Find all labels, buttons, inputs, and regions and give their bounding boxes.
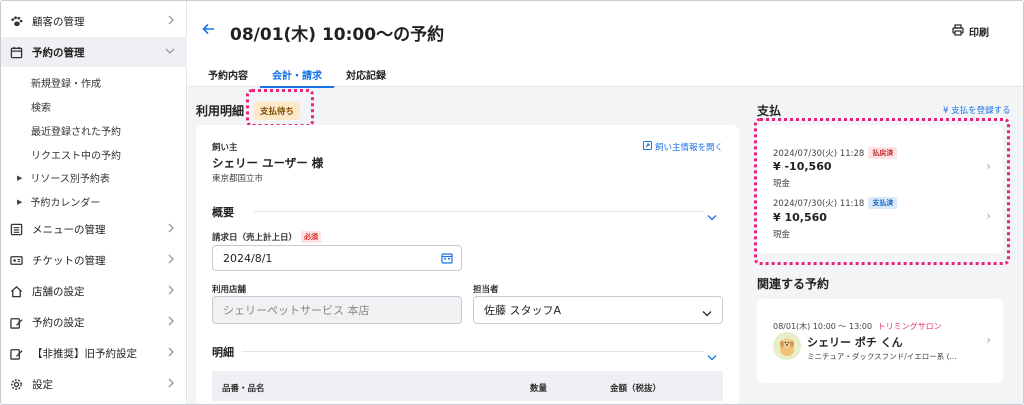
required-badge: 必須 [301, 231, 322, 243]
sidebar-subitem-search[interactable]: 検索 [31, 99, 51, 114]
pet-avatar [773, 332, 801, 360]
pet-breed: ミニチュア・ダックスフンド/イエロー系 (... [807, 352, 957, 361]
store-value: シェリーペットサービス 本店 [223, 304, 370, 317]
owner-address: 東京都国立市 [212, 174, 264, 184]
payments-title: 支払 [757, 104, 782, 118]
sidebar-item-reservation-settings[interactable]: 予約の設定 [1, 307, 187, 337]
divider [242, 351, 704, 352]
print-label: 印刷 [969, 28, 989, 39]
highlight-annotation [754, 118, 1010, 265]
sidebar-item-label: 設定 [32, 378, 53, 391]
open-owner-label: 飼い主情報を開く [654, 143, 723, 153]
billing-date-label: 請求日（売上計上日） 必須 [212, 231, 322, 243]
sidebar-subitem-label: 予約カレンダー [30, 198, 101, 209]
chevron-right-icon [167, 378, 175, 391]
store-label: 利用店舗 [212, 285, 247, 295]
sidebar-item-tickets[interactable]: チケットの管理 [1, 245, 187, 275]
sidebar-subitem-new[interactable]: 新規登録・作成 [31, 75, 101, 90]
billing-date-value: 2024/8/1 [223, 251, 273, 265]
detail-table-header: 品番・品名 数量 金額（税抜） [212, 371, 723, 401]
related-reservation-card[interactable]: 08/01(木) 10:00 〜 13:00 トリミングサロン シェリー ポチ … [757, 299, 1003, 383]
home-icon [9, 284, 23, 298]
highlight-annotation [246, 89, 314, 127]
printer-icon [952, 24, 964, 39]
back-arrow-icon[interactable] [202, 23, 215, 39]
sidebar-item-legacy-settings[interactable]: 【非推奨】旧予約設定 [1, 338, 187, 368]
chevron-down-icon[interactable] [707, 346, 717, 365]
sidebar-subitem-recent[interactable]: 最近登録された予約 [31, 123, 121, 138]
calendar-icon [9, 45, 23, 59]
billing-date-input[interactable]: 2024/8/1 [212, 245, 462, 271]
edit-icon [9, 346, 23, 360]
statement-card: 飼い主 飼い主情報を開く シェリー ユーザー 様 東京都国立市 概要 請求日（売… [196, 125, 739, 404]
chevron-right-icon [167, 254, 175, 267]
detail-title: 明細 [212, 346, 234, 359]
related-title: 関連する予約 [757, 277, 830, 291]
calendar-icon[interactable] [441, 252, 453, 267]
sidebar-item-label: 店舗の設定 [32, 285, 85, 298]
page-title: 08/01(木) 10:00〜の予約 [230, 25, 445, 45]
print-button[interactable]: 印刷 [952, 24, 989, 39]
chevron-right-icon [167, 316, 175, 329]
staff-value: 佐藤 スタッフA [484, 304, 562, 317]
chevron-down-icon [165, 46, 175, 58]
sidebar: 顧客の管理 予約の管理 新規登録・作成 検索 最近登録された予約 リクエスト中の… [1, 1, 187, 404]
sidebar-item-customers[interactable]: 顧客の管理 [1, 6, 187, 36]
related-category: トリミングサロン [877, 322, 942, 331]
chevron-right-icon: › [986, 333, 991, 347]
sidebar-item-label: 予約の管理 [32, 46, 85, 59]
divider [254, 211, 704, 212]
tab-reservation-details[interactable]: 予約内容 [196, 61, 260, 87]
tab-history[interactable]: 対応記録 [334, 61, 398, 87]
billing-date-label-text: 請求日（売上計上日） [212, 233, 298, 243]
page-header: 08/01(木) 10:00〜の予約 印刷 予約内容 会計・請求 対応記録 [188, 1, 1023, 88]
app-window: 顧客の管理 予約の管理 新規登録・作成 検索 最近登録された予約 リクエスト中の… [0, 0, 1024, 405]
open-owner-link[interactable]: 飼い主情報を開く [642, 141, 723, 153]
staff-label: 担当者 [473, 285, 499, 295]
sidebar-subitem-requests[interactable]: リクエスト中の予約 [31, 147, 121, 162]
gear-icon [9, 377, 23, 391]
sidebar-item-menu[interactable]: メニューの管理 [1, 214, 187, 244]
ticket-icon [9, 253, 23, 267]
caret-right-icon: ▶ [17, 173, 23, 182]
sidebar-item-label: メニューの管理 [32, 223, 106, 236]
sidebar-item-label: 顧客の管理 [32, 15, 85, 28]
tab-bar: 予約内容 会計・請求 対応記録 [196, 61, 398, 88]
main-content: 08/01(木) 10:00〜の予約 印刷 予約内容 会計・請求 対応記録 利用… [188, 1, 1023, 404]
paw-icon [9, 14, 23, 28]
caret-right-icon: ▶ [17, 197, 23, 206]
sidebar-item-label: 【非推奨】旧予約設定 [32, 347, 137, 360]
register-payment-link[interactable]: ¥ 支払を登録する [943, 104, 1011, 116]
column-header-amount: 金額（税抜） [610, 384, 662, 394]
column-header-quantity: 数量 [530, 384, 548, 394]
sidebar-item-store-settings[interactable]: 店舗の設定 [1, 276, 187, 306]
chevron-down-icon[interactable] [707, 206, 717, 225]
sidebar-subitem-calendar[interactable]: ▶ 予約カレンダー [17, 194, 101, 210]
tab-billing[interactable]: 会計・請求 [260, 61, 334, 88]
statement-title: 利用明細 [196, 104, 245, 118]
chevron-down-icon [702, 307, 712, 320]
chevron-right-icon [167, 347, 175, 360]
store-input: シェリーペットサービス 本店 [212, 296, 462, 324]
sidebar-item-label: チケットの管理 [32, 254, 106, 267]
related-time: 08/01(木) 10:00 〜 13:00 [773, 322, 873, 331]
related-time-row: 08/01(木) 10:00 〜 13:00 トリミングサロン [773, 321, 942, 332]
pet-name: シェリー ポチ くん [807, 336, 903, 349]
staff-select[interactable]: 佐藤 スタッフA [473, 296, 723, 324]
chevron-right-icon [167, 223, 175, 236]
sidebar-item-label: 予約の設定 [32, 316, 85, 329]
owner-name: シェリー ユーザー 様 [212, 156, 324, 170]
chevron-right-icon [167, 15, 175, 28]
chevron-right-icon [167, 285, 175, 298]
sidebar-subitem-label: リソース別予約表 [30, 174, 110, 185]
sidebar-subitem-resource[interactable]: ▶ リソース別予約表 [17, 170, 110, 186]
list-icon [9, 222, 23, 236]
overview-title: 概要 [212, 206, 234, 219]
sidebar-item-settings[interactable]: 設定 [1, 369, 187, 399]
edit-icon [9, 315, 23, 329]
sidebar-item-reservations[interactable]: 予約の管理 [1, 37, 187, 67]
external-link-icon [642, 141, 652, 153]
owner-label: 飼い主 [212, 143, 238, 153]
column-header-item: 品番・品名 [222, 384, 265, 394]
